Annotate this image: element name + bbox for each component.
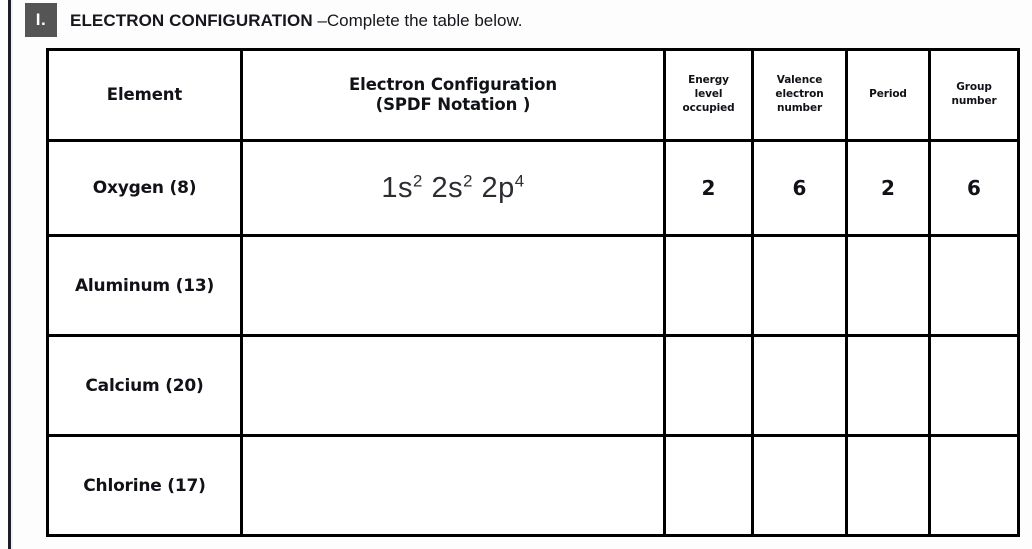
cell-valence-electrons[interactable] xyxy=(751,434,848,537)
column-header-energy-level-occupied: Energy level occupied xyxy=(663,48,754,142)
page-margin-rule xyxy=(8,0,13,549)
cell-energy-level[interactable]: 2 xyxy=(663,139,754,237)
cell-group-number[interactable] xyxy=(928,434,1020,537)
cell-group-number[interactable] xyxy=(928,334,1020,437)
electron-configuration-table-container: Element Electron Configuration (SPDF Not… xyxy=(46,48,1020,537)
column-header-element: Element xyxy=(46,48,243,142)
column-header-configuration-line1: Electron Configuration xyxy=(348,74,558,94)
cell-period[interactable]: 2 xyxy=(845,139,931,237)
column-header-period: Period xyxy=(845,48,931,142)
cell-period[interactable] xyxy=(845,334,931,437)
worksheet-header: I. ELECTRON CONFIGURATION –Complete the … xyxy=(25,2,523,38)
element-label: Chlorine (17) xyxy=(83,475,206,496)
element-label: Calcium (20) xyxy=(85,375,204,396)
cell-energy-level[interactable] xyxy=(663,434,754,537)
table-row: Oxygen (8) 1s2 2s2 2p4 2 6 2 6 xyxy=(46,139,1020,237)
energy-level-value: 2 xyxy=(701,176,716,200)
column-header-period-label: Period xyxy=(869,88,907,101)
column-header-valence-line3: number xyxy=(776,101,823,114)
table-row: Aluminum (13) xyxy=(46,234,1020,337)
column-header-valence-line1: Valence xyxy=(776,74,823,87)
section-title-instruction: –Complete the table below. xyxy=(312,10,523,30)
cell-period[interactable] xyxy=(845,234,931,337)
column-header-energy-line1: Energy xyxy=(688,74,729,87)
cell-group-number[interactable]: 6 xyxy=(928,139,1020,237)
cell-electron-configuration[interactable]: 1s2 2s2 2p4 xyxy=(240,139,666,237)
column-header-group-line2: number xyxy=(951,95,997,107)
group-number-value: 6 xyxy=(967,176,981,200)
table-header-row: Element Electron Configuration (SPDF Not… xyxy=(46,48,1020,142)
column-header-group-line1: Group xyxy=(956,81,992,94)
element-label: Oxygen (8) xyxy=(92,178,197,198)
table-row: Calcium (20) xyxy=(46,334,1020,437)
cell-valence-electrons[interactable] xyxy=(751,234,848,337)
electron-configuration-table: Element Electron Configuration (SPDF Not… xyxy=(46,48,1020,537)
electron-configuration-value: 1s2 2s2 2p4 xyxy=(381,170,525,204)
cell-element-name: Oxygen (8) xyxy=(46,139,243,237)
column-header-group-number: Group number xyxy=(928,48,1020,142)
cell-element-name: Aluminum (13) xyxy=(46,234,243,337)
section-numeral-badge: I. xyxy=(25,3,57,37)
cell-electron-configuration[interactable] xyxy=(240,334,666,437)
cell-energy-level[interactable] xyxy=(663,234,754,337)
cell-element-name: Chlorine (17) xyxy=(46,434,243,537)
period-value: 2 xyxy=(881,176,895,200)
column-header-configuration-line2: (SPDF Notation ) xyxy=(375,95,531,114)
cell-valence-electrons[interactable] xyxy=(751,334,848,437)
section-title-bold: ELECTRON CONFIGURATION xyxy=(70,10,313,30)
cell-valence-electrons[interactable]: 6 xyxy=(751,139,848,237)
valence-electron-value: 6 xyxy=(792,176,807,200)
page-margin-rule-highlight xyxy=(11,0,13,549)
cell-element-name: Calcium (20) xyxy=(46,334,243,437)
cell-electron-configuration[interactable] xyxy=(240,234,666,337)
cell-group-number[interactable] xyxy=(928,234,1020,337)
column-header-energy-line2: level xyxy=(694,88,723,101)
column-header-energy-line3: occupied xyxy=(682,101,735,114)
cell-energy-level[interactable] xyxy=(663,334,754,437)
column-header-valence-electron-number: Valence electron number xyxy=(751,48,848,142)
column-header-element-label: Element xyxy=(106,84,183,104)
column-header-valence-line2: electron xyxy=(775,88,824,101)
table-row: Chlorine (17) xyxy=(46,434,1020,537)
element-label: Aluminum (13) xyxy=(74,275,215,296)
table-body: Oxygen (8) 1s2 2s2 2p4 2 6 2 6 Aluminum … xyxy=(46,139,1020,537)
cell-period[interactable] xyxy=(845,434,931,537)
cell-electron-configuration[interactable] xyxy=(240,434,666,537)
section-title: ELECTRON CONFIGURATION –Complete the tab… xyxy=(70,12,523,29)
column-header-electron-configuration: Electron Configuration (SPDF Notation ) xyxy=(240,48,666,142)
